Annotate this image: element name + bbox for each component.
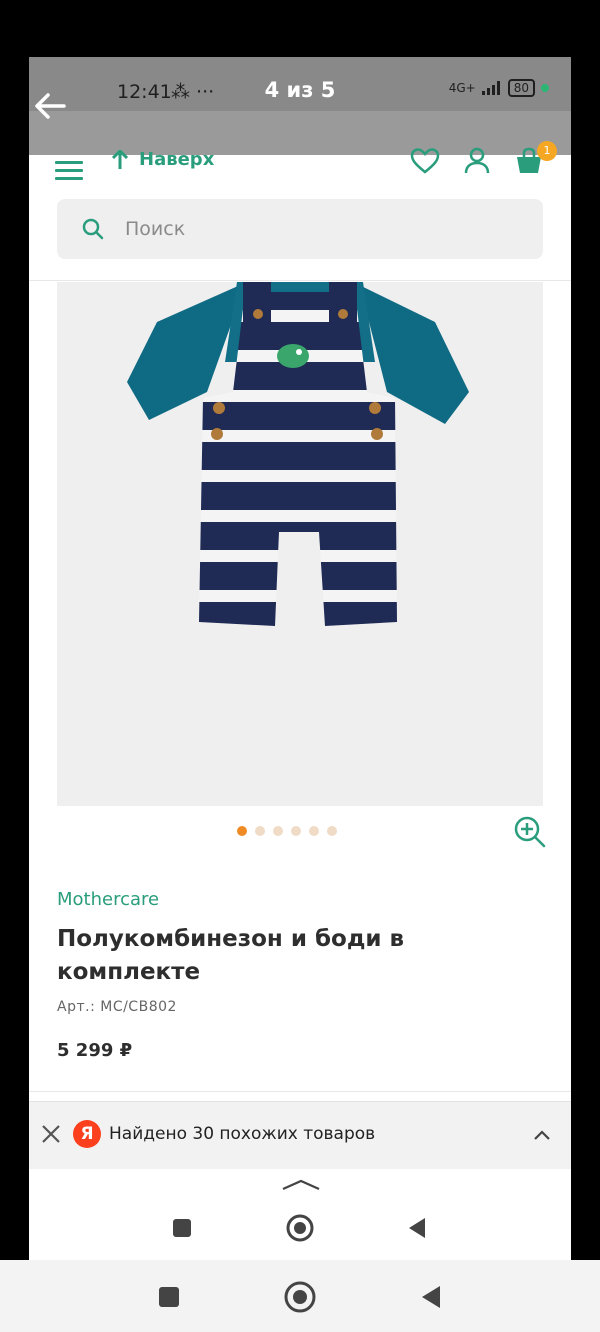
gallery-dot[interactable]	[291, 826, 301, 836]
drawer-handle-icon[interactable]	[281, 1177, 321, 1191]
system-navigation-bar	[0, 1260, 600, 1332]
arrow-up-icon	[111, 149, 129, 169]
gallery-dot[interactable]	[327, 826, 337, 836]
product-title: Полукомбинезон и боди в комплекте	[57, 926, 405, 985]
gallery-dot[interactable]	[273, 826, 283, 836]
brand-link[interactable]: Mothercare	[57, 889, 159, 910]
product-price: 5 299 ₽	[57, 1040, 133, 1061]
search-field[interactable]: Поиск	[57, 199, 543, 259]
search-icon	[82, 218, 104, 240]
product-screenshot: 12:41 ⁂ ··· 4G+ 80 Наверх 1 Поиск Mother…	[29, 57, 571, 1260]
top-navigation: Наверх 1	[29, 141, 571, 195]
home-icon[interactable]	[285, 1213, 315, 1243]
similar-items-text: Найдено 30 похожих товаров	[109, 1124, 376, 1144]
chevron-up-icon[interactable]	[531, 1124, 553, 1146]
price-divider	[29, 1091, 571, 1092]
yandex-logo-icon: Я	[73, 1120, 101, 1148]
avito-watermark: Avito	[482, 1228, 543, 1252]
status-bar: 12:41 ⁂ ··· 4G+ 80	[29, 57, 571, 155]
scroll-up-label: Наверх	[139, 149, 215, 170]
close-icon[interactable]	[39, 1122, 63, 1146]
gallery-dot[interactable]	[237, 826, 247, 836]
profile-icon[interactable]	[461, 145, 493, 177]
header-divider	[29, 280, 571, 281]
recent-apps-icon[interactable]	[152, 1280, 186, 1314]
gallery-dot[interactable]	[309, 826, 319, 836]
search-placeholder: Поиск	[125, 218, 186, 240]
zoom-in-icon[interactable]	[513, 815, 547, 849]
gallery-pagination	[237, 826, 337, 836]
back-icon[interactable]	[403, 1213, 433, 1243]
recent-apps-icon[interactable]	[167, 1213, 197, 1243]
viewer-top-bar	[0, 0, 600, 56]
romper-illustration	[127, 282, 469, 626]
product-photo[interactable]	[57, 282, 543, 806]
cart-count-badge: 1	[537, 141, 557, 161]
image-counter: 4 из 5	[264, 78, 336, 102]
product-sku: Арт.: MC/CB802	[57, 999, 177, 1015]
gallery-dot[interactable]	[255, 826, 265, 836]
menu-icon[interactable]	[55, 161, 83, 181]
scroll-up-link[interactable]: Наверх	[111, 149, 214, 170]
favorites-heart-icon[interactable]	[409, 145, 441, 177]
home-icon[interactable]	[283, 1280, 317, 1314]
back-icon[interactable]	[414, 1280, 448, 1314]
similar-items-bar[interactable]: Я Найдено 30 похожих товаров	[29, 1101, 571, 1169]
